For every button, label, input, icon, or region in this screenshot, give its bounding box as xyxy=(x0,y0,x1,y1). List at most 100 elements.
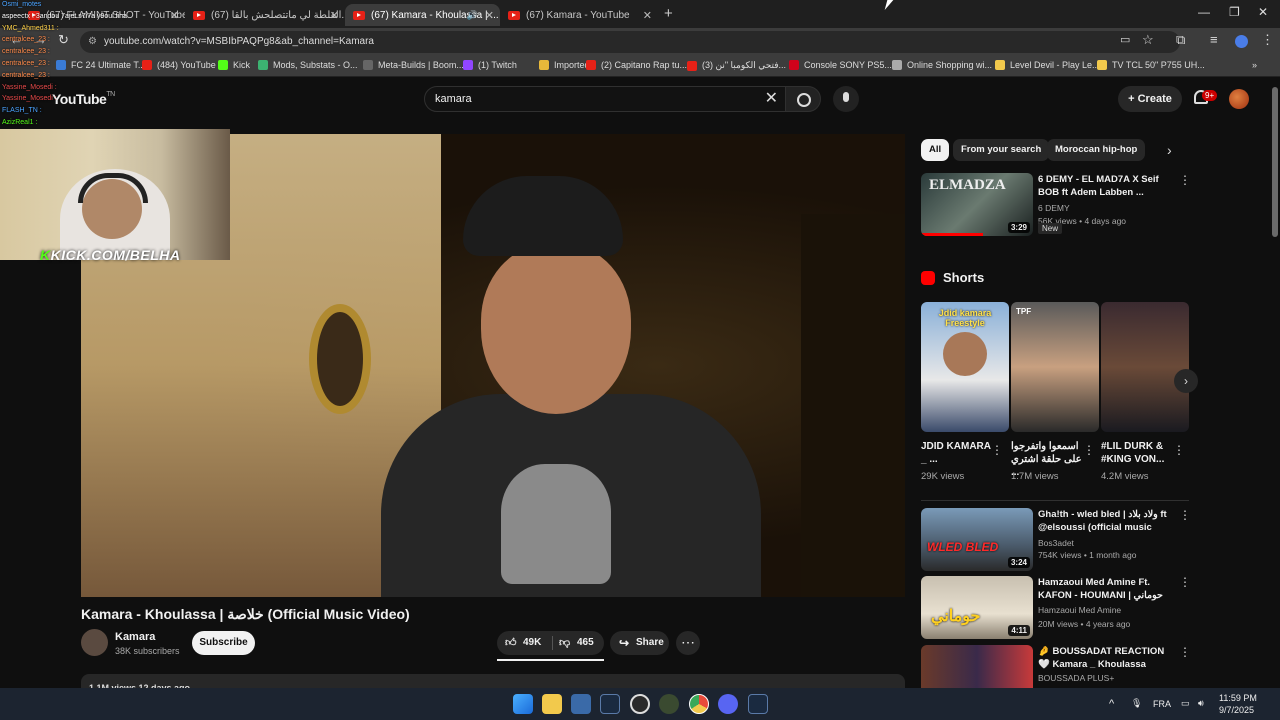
bookmark-star-icon[interactable]: ☆ xyxy=(1142,32,1154,48)
media-control-icon[interactable]: ≡ xyxy=(1210,32,1218,47)
chip-moroccan-hip-hop[interactable]: Moroccan hip-hop xyxy=(1047,139,1146,161)
bookmark-item[interactable]: TV TCL 50" P755 UH... xyxy=(1097,60,1205,70)
extensions-icon[interactable]: ⧉ xyxy=(1176,32,1185,48)
scrollbar-thumb[interactable] xyxy=(1272,87,1278,237)
chrome-icon[interactable] xyxy=(689,694,709,714)
tray-chevron-icon[interactable]: ^ xyxy=(1109,698,1114,710)
like-count[interactable]: 49K xyxy=(523,631,541,655)
more-options-icon[interactable]: ⋮ xyxy=(1179,645,1189,659)
xbox-icon[interactable] xyxy=(659,694,679,714)
store-icon[interactable] xyxy=(571,694,591,714)
obs-icon[interactable] xyxy=(630,694,650,714)
clock-time[interactable]: 11:59 PM xyxy=(1219,693,1257,703)
thumbs-down-icon[interactable]: 👎︎ xyxy=(559,631,570,655)
recommended-video[interactable]: ELMADZA 3:29 6 DEMY - EL MAD7A X Seif BO… xyxy=(921,173,1191,243)
new-tab-icon[interactable]: + xyxy=(664,5,673,22)
chevron-right-icon[interactable]: › xyxy=(1167,142,1172,158)
menu-dots-icon[interactable]: ⋮ xyxy=(1261,32,1274,48)
short-thumbnail[interactable]: Jdid kamara Freestyle xyxy=(921,302,1009,432)
close-icon[interactable]: ✕ xyxy=(643,9,652,22)
more-bookmarks-icon[interactable]: » xyxy=(1252,60,1257,70)
profile-icon[interactable] xyxy=(1235,35,1248,48)
discord-icon[interactable] xyxy=(718,694,738,714)
bookmark-item[interactable]: Imported xyxy=(539,60,590,70)
youtube-favicon-icon xyxy=(353,10,365,20)
windows-taskbar: ^ 🎙︎ FRA ▭ 🔊︎ 11:59 PM 9/7/2025 xyxy=(0,688,1280,720)
video-thumbnail[interactable]: حوماني 4:11 xyxy=(921,576,1033,639)
video-title[interactable]: 6 DEMY - EL MAD7A X Seif BOB ft Adem Lab… xyxy=(1038,173,1173,199)
more-options-icon[interactable]: ⋮ xyxy=(1083,443,1095,457)
more-options-icon[interactable]: ⋮ xyxy=(1179,173,1191,187)
notification-count-badge: 9+ xyxy=(1202,90,1218,101)
kick-url-text: KICK.COM/BELHA xyxy=(50,247,181,263)
clock-date[interactable]: 9/7/2025 xyxy=(1219,705,1254,715)
bookmark-item[interactable]: (2) Capitano Rap tu... xyxy=(586,60,687,70)
short-thumbnail[interactable]: TPF xyxy=(1011,302,1099,432)
bookmark-item[interactable]: Meta-Builds | Boom... xyxy=(363,60,464,70)
steam-icon[interactable] xyxy=(748,694,768,714)
short-thumb-text: TPF xyxy=(1016,307,1032,316)
speaker-icon[interactable]: 🔊 xyxy=(467,10,478,21)
bookmark-item[interactable]: (1) Twitch xyxy=(463,60,517,70)
more-options-icon[interactable]: ⋮ xyxy=(1179,575,1191,589)
tab-kamara-khoulassa[interactable]: (67) Kamara - Khoulassa | ... 🔊 ✕ xyxy=(345,4,500,26)
video-thumbnail[interactable]: WLED BLED 3:24 xyxy=(921,508,1033,571)
video-title[interactable]: Gha!th - wled bled | ولاد بلاد ft @elsou… xyxy=(1038,508,1173,534)
volume-icon[interactable]: 🔊︎ xyxy=(1198,698,1204,709)
steam-icon[interactable] xyxy=(600,694,620,714)
chip-from-your-search[interactable]: From your search xyxy=(953,139,1050,161)
bookmark-item[interactable]: Online Shopping wi... xyxy=(892,60,992,70)
channel-name[interactable]: Bos3adet xyxy=(1038,538,1074,548)
more-options-icon[interactable]: ⋮ xyxy=(1179,508,1191,522)
more-options-icon[interactable]: ⋮ xyxy=(1173,443,1185,457)
subscribe-button[interactable]: Subscribe xyxy=(192,631,255,655)
clear-search-icon[interactable]: ✕ xyxy=(765,87,778,111)
bookmark-item[interactable]: Console SONY PS5... xyxy=(789,60,892,70)
minimize-icon[interactable]: — xyxy=(1198,5,1210,19)
create-button[interactable]: + Create xyxy=(1118,86,1182,112)
short-thumbnail[interactable] xyxy=(1101,302,1189,432)
short-title[interactable]: JDID KAMARA _ ... xyxy=(921,440,993,466)
account-avatar[interactable] xyxy=(1229,89,1249,109)
close-icon[interactable]: ✕ xyxy=(485,9,494,22)
share-button[interactable]: ↪ Share xyxy=(610,631,669,655)
close-window-icon[interactable]: ✕ xyxy=(1258,5,1268,19)
short-title[interactable]: #LIL DURK & #KING VON... xyxy=(1101,440,1173,466)
chevron-right-icon[interactable]: › xyxy=(1174,369,1198,393)
duration-badge: 4:11 xyxy=(1008,625,1030,636)
close-icon[interactable]: ✕ xyxy=(330,9,339,22)
bookmark-item[interactable]: Level Devil - Play Le... xyxy=(995,60,1100,70)
start-menu-icon[interactable] xyxy=(513,694,533,714)
video-thumbnail[interactable] xyxy=(921,645,1033,688)
search-button[interactable] xyxy=(785,86,821,112)
url-input[interactable]: ⚙ youtube.com/watch?v=MSBIbPAQPg8&ab_cha… xyxy=(80,31,1180,53)
chip-all[interactable]: All xyxy=(921,139,950,161)
microphone-icon[interactable]: 🎙︎ xyxy=(1131,698,1142,709)
thumbs-up-icon[interactable]: 👍︎ xyxy=(505,631,517,655)
cast-icon[interactable]: ▭ xyxy=(1120,33,1130,46)
search-input[interactable]: kamara ✕ xyxy=(424,86,789,112)
page-scrollbar[interactable] xyxy=(1270,77,1280,687)
maximize-icon[interactable]: ❐ xyxy=(1229,5,1240,19)
bookmark-item[interactable]: (3) فتحي الكومبا "نن... xyxy=(687,60,786,71)
more-options-icon[interactable]: ⋮ xyxy=(991,443,1003,457)
dislike-count[interactable]: 465 xyxy=(577,631,594,655)
tab-kamara-channel[interactable]: (67) Kamara - YouTube ✕ xyxy=(500,4,658,26)
channel-avatar[interactable] xyxy=(81,629,108,656)
recommended-video[interactable]: حوماني 4:11 Hamzaoui Med Amine Ft. KAFON… xyxy=(921,575,1191,639)
channel-name[interactable]: 6 DEMY xyxy=(1038,203,1070,213)
channel-name[interactable]: Kamara xyxy=(115,631,155,643)
bookmark-item[interactable]: Mods, Substats - O... xyxy=(258,60,358,70)
channel-name[interactable]: BOUSSADA PLUS+ xyxy=(1038,673,1114,683)
channel-name[interactable]: Hamzaoui Med Amine xyxy=(1038,605,1121,615)
video-thumbnail[interactable]: ELMADZA 3:29 xyxy=(921,173,1033,236)
recommended-video[interactable]: WLED BLED 3:24 Gha!th - wled bled | ولاد… xyxy=(921,508,1191,572)
file-explorer-icon[interactable] xyxy=(542,694,562,714)
recommended-video[interactable]: 🤌 BOUSSADAT REACTION 🤍 Kamara _ Khoulass… xyxy=(921,645,1189,688)
mic-icon[interactable] xyxy=(833,86,859,112)
video-title[interactable]: 🤌 BOUSSADAT REACTION 🤍 Kamara _ Khoulass… xyxy=(1038,645,1173,671)
more-actions-button[interactable]: ⋯ xyxy=(676,631,700,655)
network-icon[interactable]: ▭ xyxy=(1181,698,1190,709)
language-indicator[interactable]: FRA xyxy=(1153,699,1171,709)
video-title[interactable]: Hamzaoui Med Amine Ft. KAFON - HOUMANI |… xyxy=(1038,576,1173,602)
